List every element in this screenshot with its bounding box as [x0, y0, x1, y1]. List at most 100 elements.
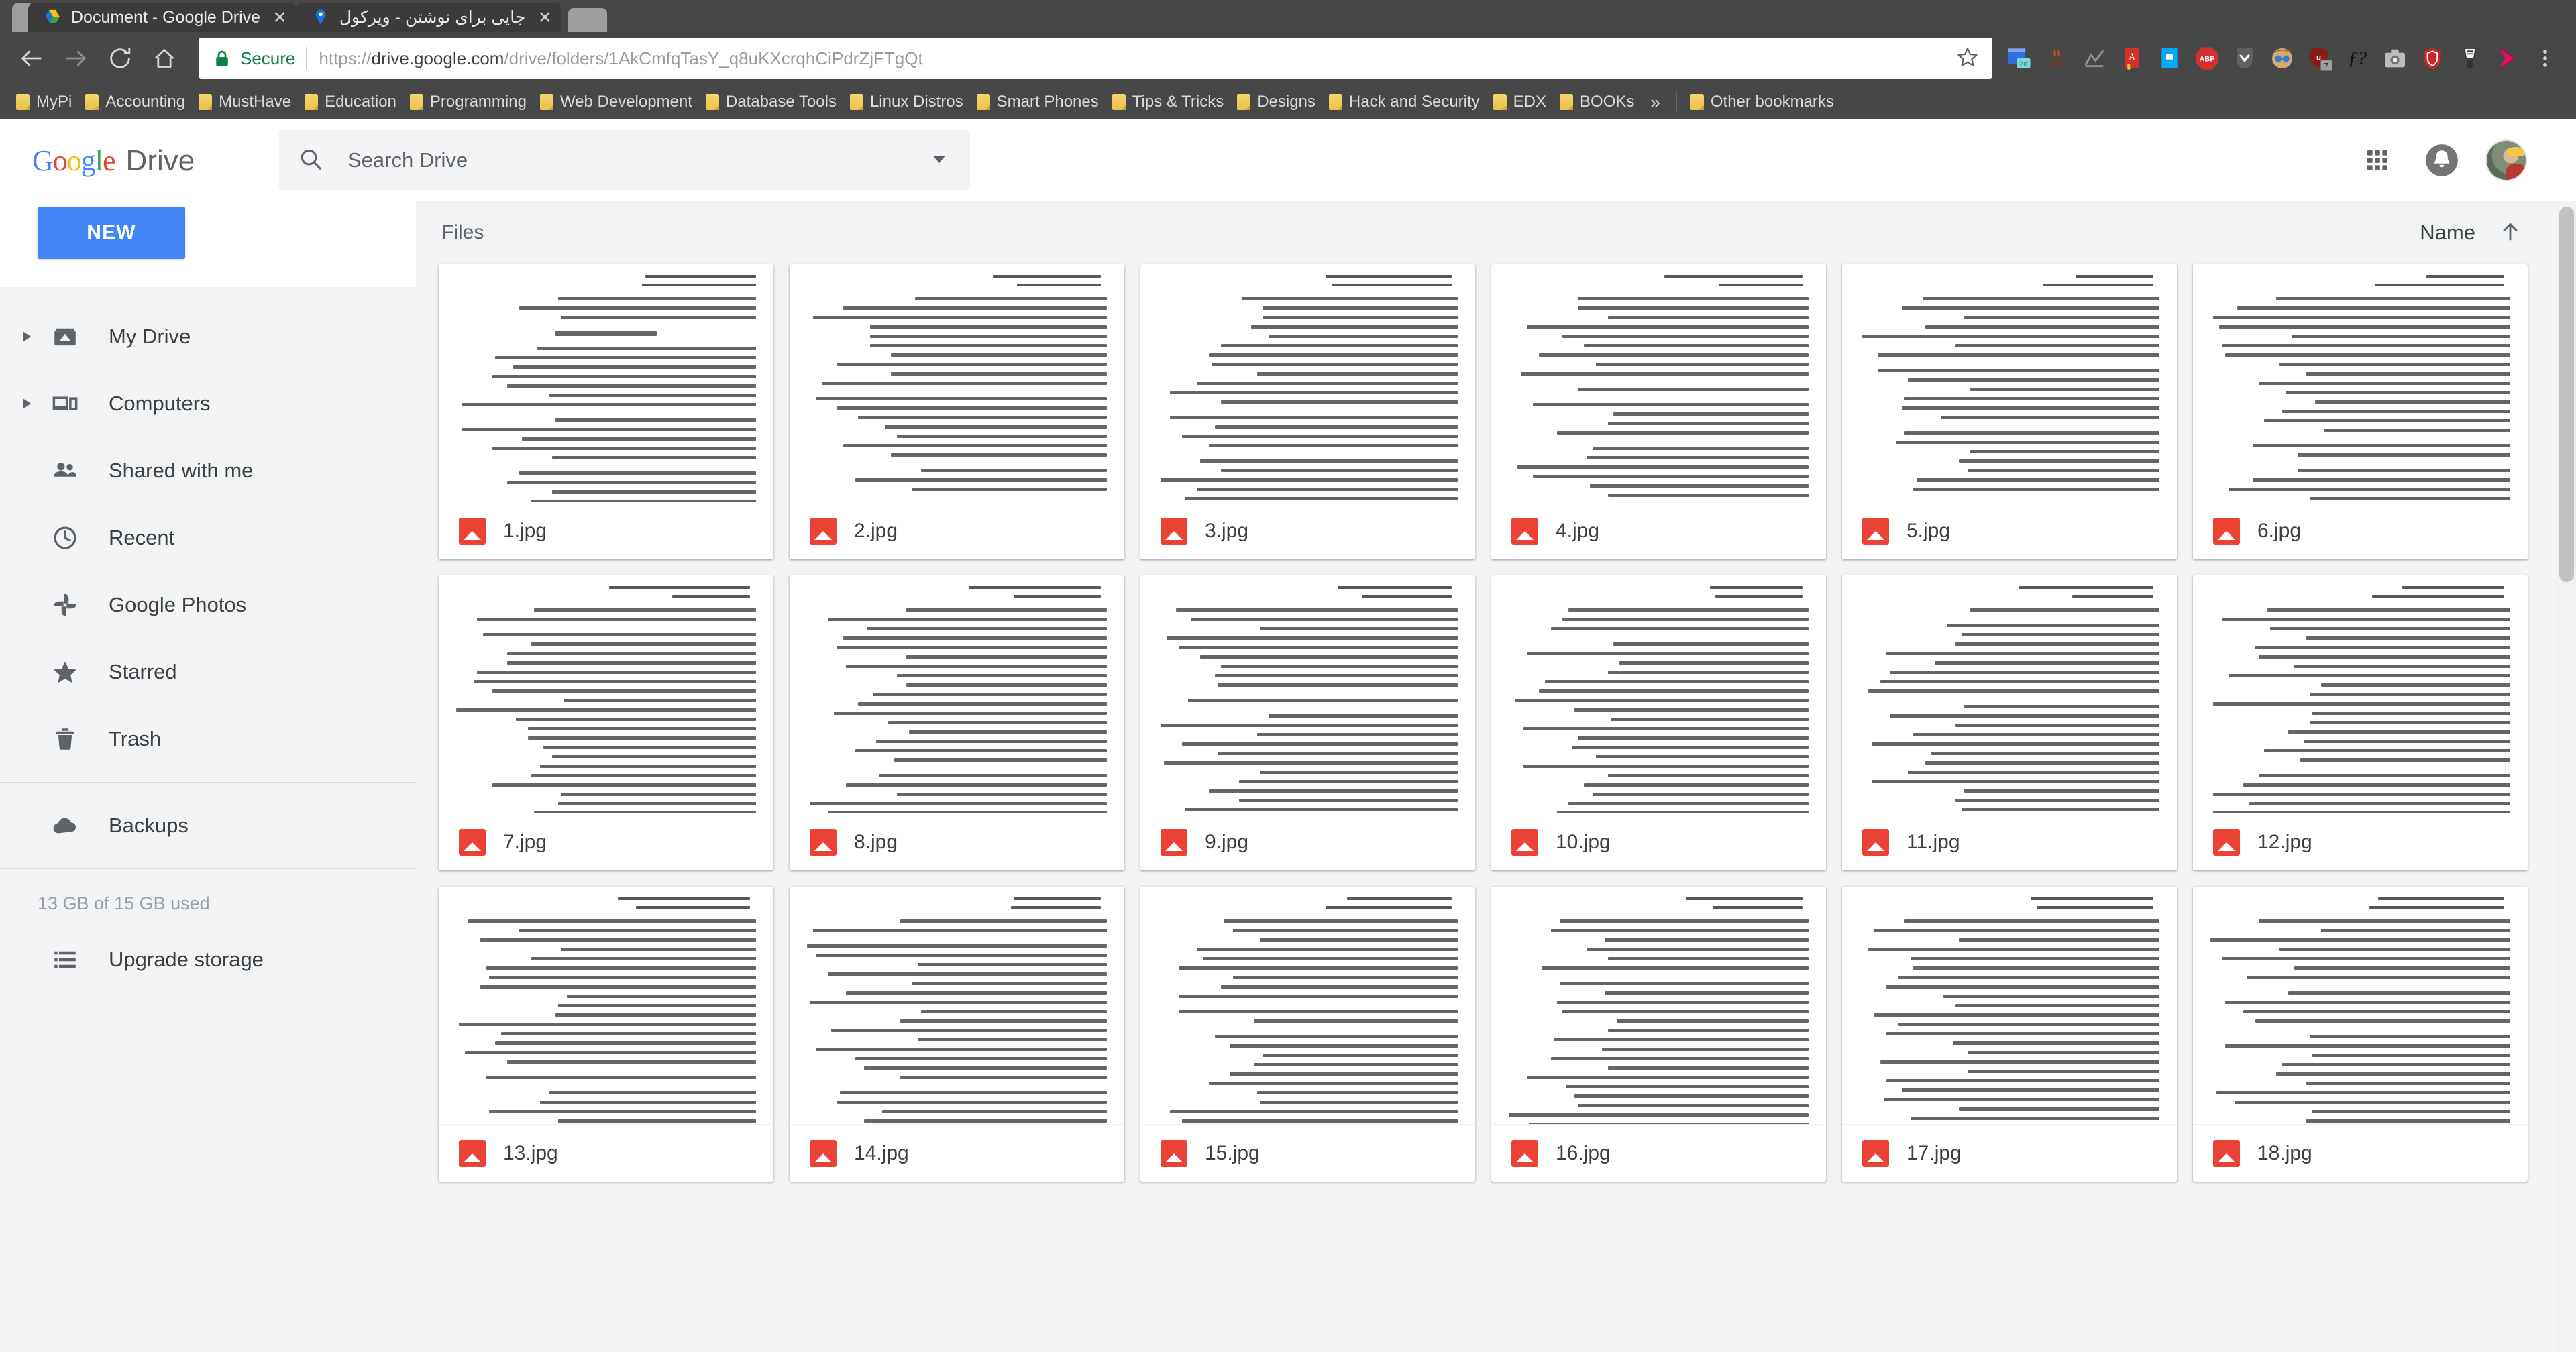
shield-extension-icon[interactable] [2414, 39, 2451, 78]
file-thumbnail [1491, 887, 1826, 1124]
bookmark-web-development[interactable]: Web Development [533, 87, 699, 117]
file-name: 5.jpg [1907, 519, 1951, 542]
avatar[interactable] [2474, 128, 2538, 192]
close-icon[interactable]: ✕ [537, 9, 552, 26]
chart-extension-icon[interactable] [2076, 39, 2113, 78]
formula-extension-icon[interactable]: ƒ? [2339, 39, 2376, 78]
sidebar-item-label: Shared with me [109, 459, 254, 482]
browser-tab-persian[interactable]: جایی برای نوشتن - ویرکول ✕ [296, 3, 562, 32]
file-thumbnail [790, 887, 1124, 1124]
file-card[interactable]: 1.jpg [439, 264, 773, 559]
glasses-avatar-extension-icon[interactable] [2263, 39, 2301, 78]
notifications-bell-icon[interactable] [2410, 128, 2474, 192]
bookmark-books[interactable]: BOOKs [1553, 87, 1641, 117]
bookmark-designs[interactable]: Designs [1230, 87, 1322, 117]
window-2d-extension-icon[interactable]: 2d [2000, 39, 2038, 78]
bookmark-edx[interactable]: EDX [1487, 87, 1553, 117]
scrollbar-thumb[interactable] [2559, 207, 2574, 582]
apps-grid-icon[interactable] [2345, 128, 2410, 192]
file-card[interactable]: 17.jpg [1842, 887, 2177, 1182]
content-scrollbar[interactable] [2556, 201, 2576, 1352]
file-thumbnail [1140, 575, 1475, 813]
folder-icon [976, 94, 990, 110]
downloader-extension-icon[interactable] [2226, 39, 2263, 78]
expand-arrow-icon[interactable] [9, 331, 44, 342]
forward-button[interactable] [56, 39, 95, 78]
google-drive-logo[interactable]: Google Drive [32, 144, 279, 178]
file-thumbnail [1842, 264, 2177, 502]
ublock-origin-extension-icon[interactable]: u 7 [2301, 39, 2339, 78]
sidebar-item-my-drive[interactable]: My Drive [0, 303, 416, 370]
extensions-bar: 2d A ABP u 7 ƒ? [2000, 39, 2564, 78]
file-card[interactable]: 15.jpg [1140, 887, 1475, 1182]
file-card[interactable]: 18.jpg [2193, 887, 2528, 1182]
arrow-up-icon[interactable] [2498, 219, 2522, 247]
java-coffee-extension-icon[interactable] [2038, 39, 2076, 78]
bookmark-database-tools[interactable]: Database Tools [699, 87, 843, 117]
close-icon[interactable]: ✕ [272, 9, 287, 26]
file-card[interactable]: 6.jpg [2193, 264, 2528, 559]
home-button[interactable] [145, 39, 184, 78]
camera-extension-icon[interactable] [2376, 39, 2414, 78]
file-card[interactable]: 16.jpg [1491, 887, 1826, 1182]
translate-extension-icon[interactable] [2451, 39, 2489, 78]
bookmark-mypi[interactable]: MyPi [9, 87, 78, 117]
expand-arrow-icon[interactable] [9, 398, 44, 409]
file-thumbnail [1491, 575, 1826, 813]
browser-tab-document-google-drive[interactable]: Document - Google Drive ✕ [28, 3, 297, 32]
new-tab-button[interactable] [568, 8, 608, 32]
sort-field-label[interactable]: Name [2420, 221, 2475, 245]
search-input[interactable]: Search Drive [347, 148, 927, 172]
sidebar-item-google-photos[interactable]: Google Photos [0, 571, 416, 638]
sidebar-item-upgrade-storage[interactable]: Upgrade storage [0, 926, 416, 993]
file-card-footer: 15.jpg [1140, 1124, 1475, 1182]
bookmark-tips-and-tricks[interactable]: Tips & Tricks [1106, 87, 1230, 117]
image-file-icon [2213, 828, 2240, 856]
sidebar-item-computers[interactable]: Computers [0, 370, 416, 437]
file-card[interactable]: 12.jpg [2193, 575, 2528, 870]
bookmarks-overflow-button[interactable]: » [1641, 92, 1669, 113]
chevron-down-icon[interactable] [927, 147, 951, 174]
sidebar-item-trash[interactable]: Trash [0, 706, 416, 773]
url-text[interactable]: https://drive.google.com/drive/folders/1… [319, 48, 1945, 69]
bookmark-programming[interactable]: Programming [403, 87, 533, 117]
reload-button[interactable] [101, 39, 140, 78]
file-card[interactable]: 11.jpg [1842, 575, 2177, 870]
red-book-extension-icon[interactable]: A [2113, 39, 2151, 78]
back-button[interactable] [12, 39, 51, 78]
sidebar-item-shared-with-me[interactable]: Shared with me [0, 437, 416, 504]
bookmark-linux-distros[interactable]: Linux Distros [843, 87, 970, 117]
bookmark-star-icon[interactable] [1956, 46, 1979, 72]
file-card[interactable]: 14.jpg [790, 887, 1124, 1182]
file-card[interactable]: 7.jpg [439, 575, 773, 870]
blue-note-extension-icon[interactable] [2151, 39, 2188, 78]
new-button[interactable]: NEW [38, 207, 185, 259]
file-card[interactable]: 4.jpg [1491, 264, 1826, 559]
image-file-icon [2213, 1139, 2240, 1167]
document-preview [1860, 275, 2159, 496]
pocket-extension-icon[interactable] [2489, 39, 2526, 78]
sidebar-item-recent[interactable]: Recent [0, 504, 416, 571]
file-card[interactable]: 9.jpg [1140, 575, 1475, 870]
file-card[interactable]: 5.jpg [1842, 264, 2177, 559]
file-card-footer: 5.jpg [1842, 502, 2177, 559]
file-card[interactable]: 13.jpg [439, 887, 773, 1182]
address-bar[interactable]: Secure https://drive.google.com/drive/fo… [199, 38, 1992, 79]
file-card[interactable]: 3.jpg [1140, 264, 1475, 559]
chrome-menu-icon[interactable] [2526, 39, 2564, 78]
bookmark-musthave[interactable]: MustHave [192, 87, 298, 117]
file-card[interactable]: 2.jpg [790, 264, 1124, 559]
bookmark-education[interactable]: Education [298, 87, 403, 117]
sort-control[interactable]: Name [2420, 219, 2522, 247]
bookmark-hack-and-security[interactable]: Hack and Security [1322, 87, 1487, 117]
other-bookmarks-button[interactable]: Other bookmarks [1684, 87, 1841, 117]
sidebar-item-backups[interactable]: Backups [0, 792, 416, 859]
search-drive-box[interactable]: Search Drive [279, 130, 970, 190]
bookmark-accounting[interactable]: Accounting [78, 87, 192, 117]
adblock-plus-extension-icon[interactable]: ABP [2188, 39, 2226, 78]
bookmark-label: BOOKs [1580, 93, 1635, 111]
sidebar-item-starred[interactable]: Starred [0, 638, 416, 706]
bookmark-smart-phones[interactable]: Smart Phones [970, 87, 1106, 117]
file-card[interactable]: 8.jpg [790, 575, 1124, 870]
file-card[interactable]: 10.jpg [1491, 575, 1826, 870]
